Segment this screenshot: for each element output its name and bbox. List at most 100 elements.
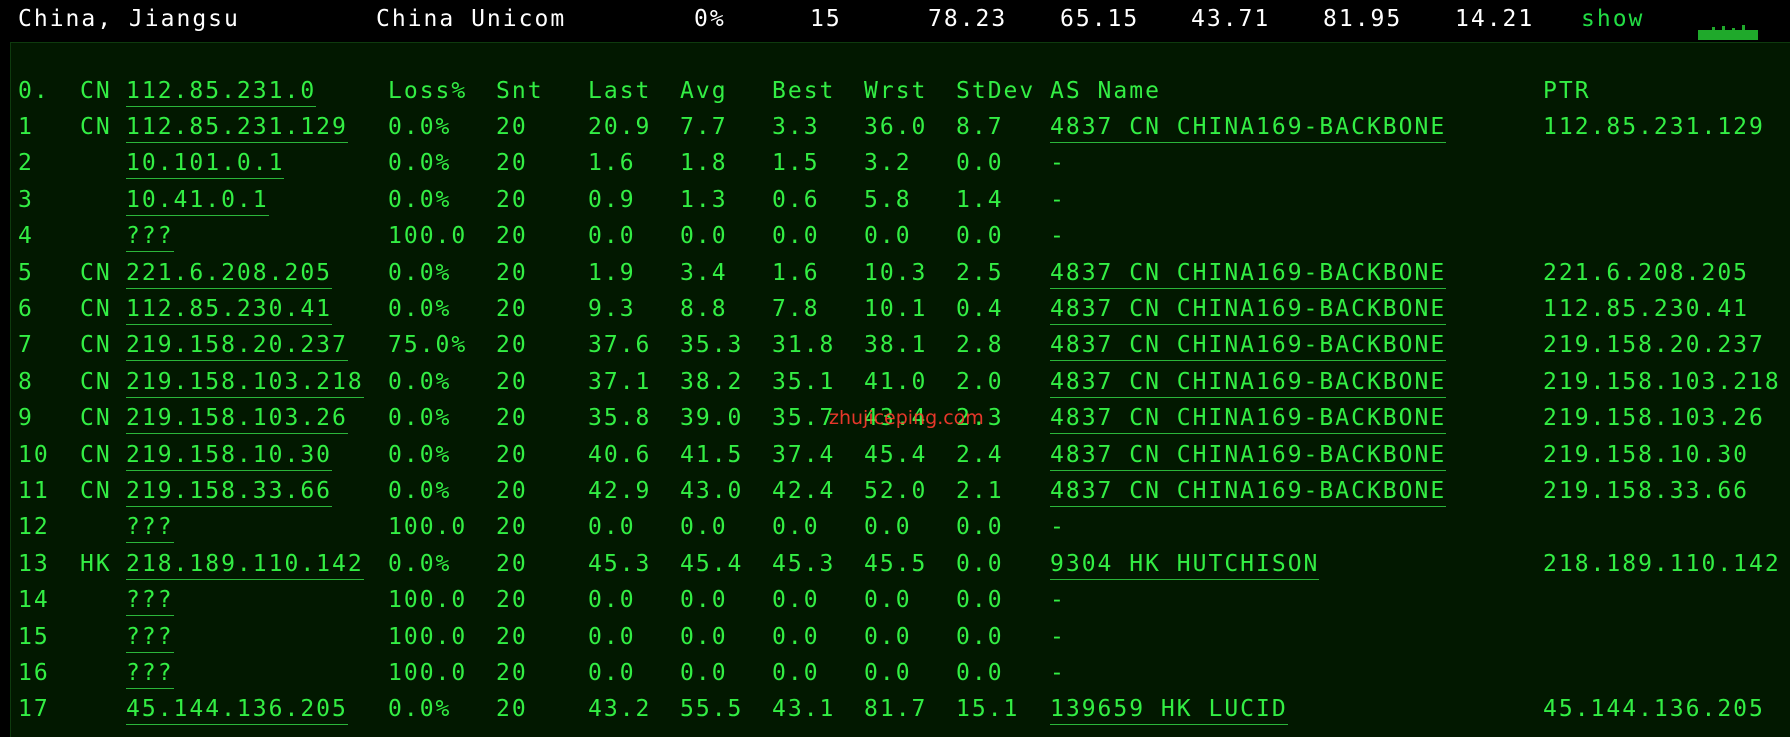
table-row: 6 CN 112.85.230.41 0.0% 20 9.3 8.8 7.8 10.1 0.4 48… (11, 291, 1790, 327)
cell-avg: 7.7 (680, 114, 728, 140)
hop-host-link[interactable]: 219.158.10.30 (126, 440, 333, 471)
cell-stdev: 1.4 (956, 186, 1004, 213)
hop-host-link[interactable]: 10.41.0.1 (126, 185, 269, 216)
cell-last: 1.9 (588, 259, 636, 286)
cell-avg: 38.2 (680, 368, 744, 395)
cell-loss: 100.0 (388, 623, 468, 650)
cell-best: 42.4 (772, 478, 836, 504)
table-row: 17 45.144.136.205 0.0% 20 43.2 55.5 43.1 81.7 15… (11, 691, 1790, 727)
table-row: 3 10.41.0.1 0.0% 20 0.9 1.3 0.6 5.8 1.4 - (11, 182, 1790, 218)
cell-ptr: 219.158.20.237 (1543, 332, 1765, 359)
as-name-link[interactable]: 4837 CN CHINA169-BACKBONE (1050, 112, 1447, 143)
hop-host-link[interactable]: ??? (126, 512, 174, 544)
col-hop: 0. (18, 78, 50, 104)
table-row: 11 CN 219.158.33.66 0.0% 20 42.9 43.0 42.4 52.0 2… (11, 473, 1790, 509)
hop-host-link[interactable]: ??? (126, 622, 174, 653)
table-row: 13 HK 218.189.110.142 0.0% 20 45.3 45.4 45.3 45.… (11, 546, 1790, 582)
source-host-link[interactable]: 112.85.231.0 (126, 76, 317, 107)
cell-cc: CN (80, 332, 112, 359)
cell-hop: 14 (18, 587, 50, 614)
cell-loss: 0.0% (388, 405, 452, 432)
cell-best: 0.0 (772, 223, 820, 250)
hop-host-link[interactable]: 219.158.33.66 (126, 476, 333, 507)
table-row: 15??? 100.0 20 0.0 0.0 0.0 0.0 0.0 - (11, 619, 1790, 655)
as-name-link[interactable]: 9304 HK HUTCHISON (1050, 549, 1320, 580)
cell-loss: 0.0% (388, 186, 452, 213)
cell-last: 9.3 (588, 296, 636, 322)
cell-hop: 17 (18, 696, 50, 723)
cell-hop: 6 (18, 296, 34, 322)
cell-stdev: 2.4 (956, 441, 1004, 468)
cell-snt: 20 (496, 623, 528, 650)
hop-host-link[interactable]: 219.158.103.26 (126, 403, 348, 435)
cell-avg: 3.4 (680, 259, 728, 286)
as-name-link[interactable]: 4837 CN CHINA169-BACKBONE (1050, 403, 1447, 435)
cell-hop: 1 (18, 114, 34, 140)
cell-loss: 0.0% (388, 114, 452, 140)
cell-best: 35.7 (772, 405, 836, 432)
cell-hop: 10 (18, 441, 50, 468)
hop-host-link[interactable]: 219.158.20.237 (126, 330, 348, 362)
hop-host-link[interactable]: 219.158.103.218 (126, 367, 364, 398)
hop-host-link[interactable]: ??? (126, 221, 174, 253)
cell-avg: 45.4 (680, 550, 744, 577)
cell-ptr: 45.144.136.205 (1543, 696, 1765, 723)
cell-as: - (1050, 514, 1066, 541)
cell-last: 20.9 (588, 114, 652, 140)
cell-as: - (1050, 150, 1066, 177)
cell-best: 43.1 (772, 696, 836, 723)
cell-hop: 15 (18, 623, 50, 650)
cell-last: 35.8 (588, 405, 652, 432)
cell-host: ??? (126, 655, 174, 691)
cell-stdev: 0.0 (956, 623, 1004, 650)
mtr-results-panel: 0. CN 112.85.231.0 Loss% Snt Last Avg Be… (10, 42, 1790, 737)
hop-host-link[interactable]: 45.144.136.205 (126, 694, 348, 726)
cell-snt: 20 (496, 550, 528, 577)
hop-host-link[interactable]: 112.85.231.129 (126, 112, 348, 143)
cell-hop: 3 (18, 186, 34, 213)
as-name-link[interactable]: 139659 HK LUCID (1050, 694, 1288, 726)
cell-best: 0.0 (772, 660, 820, 686)
summary-best: 43.71 (1191, 6, 1271, 32)
summary-sent: 15 (810, 6, 842, 32)
cell-host: 219.158.33.66 (126, 473, 333, 509)
cell-avg: 8.8 (680, 296, 728, 322)
cell-as: 4837 CN CHINA169-BACKBONE (1050, 473, 1447, 509)
cell-avg: 43.0 (680, 478, 744, 504)
cell-as: 4837 CN CHINA169-BACKBONE (1050, 437, 1447, 473)
show-link[interactable]: show (1581, 6, 1644, 32)
cell-best: 35.1 (772, 368, 836, 395)
as-name-link[interactable]: 4837 CN CHINA169-BACKBONE (1050, 476, 1447, 507)
col-ptr: PTR (1543, 78, 1591, 104)
hop-host-link[interactable]: 218.189.110.142 (126, 549, 364, 580)
summary-loss: 0% (694, 6, 726, 32)
cell-wrst: 38.1 (864, 332, 928, 359)
hop-host-link[interactable]: ??? (126, 585, 174, 617)
cell-last: 1.6 (588, 150, 636, 177)
cell-hop: 4 (18, 223, 34, 250)
cell-snt: 20 (496, 478, 528, 504)
summary-isp: China Unicom (376, 6, 567, 32)
cell-last: 42.9 (588, 478, 652, 504)
cell-snt: 20 (496, 514, 528, 541)
cell-loss: 0.0% (388, 696, 452, 723)
hop-host-link[interactable]: 112.85.230.41 (126, 294, 333, 325)
cell-stdev: 0.0 (956, 223, 1004, 250)
summary-location: China, Jiangsu (18, 6, 240, 32)
as-name-link[interactable]: 4837 CN CHINA169-BACKBONE (1050, 330, 1447, 362)
as-name-link[interactable]: 4837 CN CHINA169-BACKBONE (1050, 294, 1447, 325)
cell-stdev: 0.0 (956, 514, 1004, 541)
hop-host-link[interactable]: 10.101.0.1 (126, 148, 285, 180)
summary-last: 78.23 (928, 6, 1008, 32)
cell-best: 37.4 (772, 441, 836, 468)
cell-snt: 20 (496, 441, 528, 468)
hop-host-link[interactable]: ??? (126, 658, 174, 689)
cell-hop: 8 (18, 368, 34, 395)
cell-host: 219.158.10.30 (126, 437, 333, 473)
cell-as: - (1050, 623, 1066, 650)
as-name-link[interactable]: 4837 CN CHINA169-BACKBONE (1050, 258, 1447, 289)
hop-host-link[interactable]: 221.6.208.205 (126, 258, 333, 289)
as-name-link[interactable]: 4837 CN CHINA169-BACKBONE (1050, 440, 1447, 471)
as-name-link[interactable]: 4837 CN CHINA169-BACKBONE (1050, 367, 1447, 398)
cell-ptr: 219.158.103.26 (1543, 405, 1765, 432)
